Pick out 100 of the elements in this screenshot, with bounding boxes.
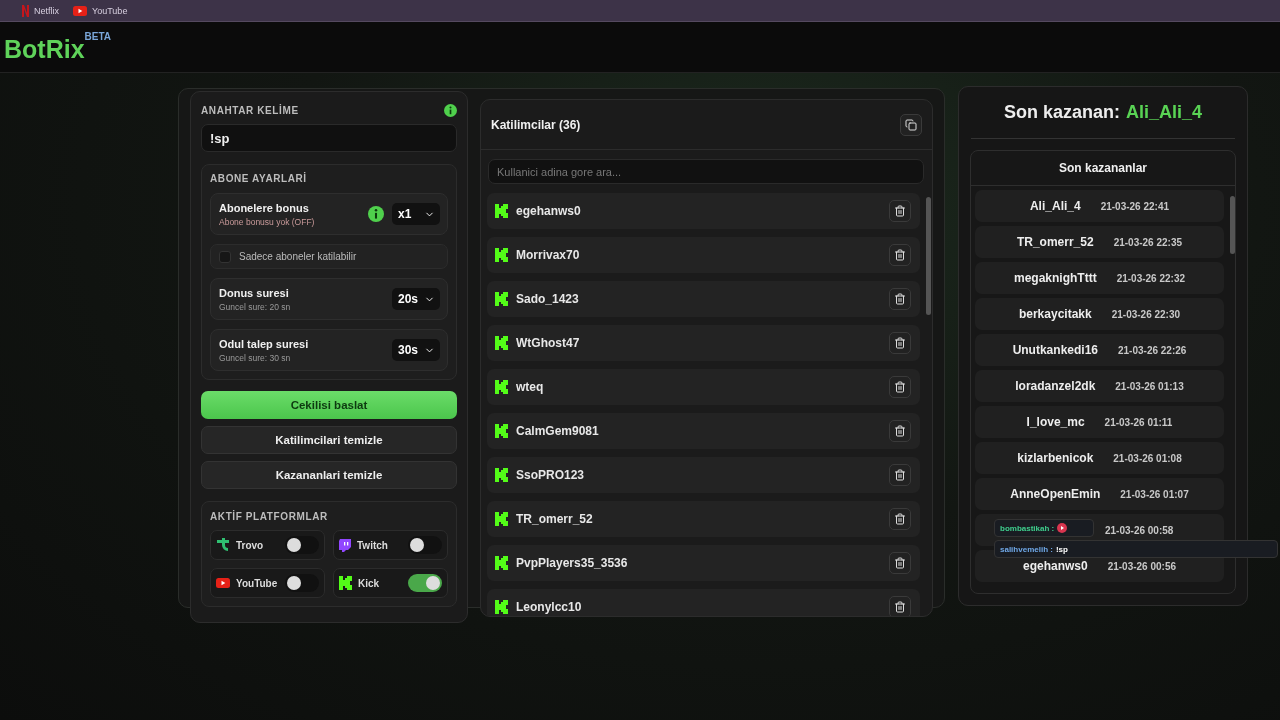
checkbox-label: Sadece aboneler katilabilir <box>239 251 357 262</box>
k-logo-icon <box>495 468 508 482</box>
trash-icon <box>894 293 906 305</box>
info-icon <box>368 206 384 222</box>
platform-name: YouTube <box>236 577 279 589</box>
trash-icon <box>894 381 906 393</box>
setting-title: Abonelere bonus <box>219 201 310 214</box>
delete-button[interactable] <box>889 464 911 486</box>
participant-name: TR_omerr_52 <box>516 512 594 526</box>
participant-name: CalmGem9081 <box>516 424 600 438</box>
trovo-logo-icon <box>216 538 230 552</box>
winner-time: 21-03-26 00:58 <box>1105 524 1174 536</box>
scrollbar[interactable] <box>926 197 931 315</box>
winner-time: 21-03-26 01:11 <box>1104 416 1173 428</box>
trash-icon <box>894 337 906 349</box>
winner-username: Unutkankedi16 <box>1012 343 1098 357</box>
chat-username: bombastikah : <box>1000 523 1055 533</box>
delete-button[interactable] <box>889 200 911 222</box>
action-button[interactable]: Kazananlari temizle <box>201 461 457 489</box>
participant-name: SsoPRO123 <box>516 468 586 482</box>
winner-time: 21-03-26 00:56 <box>1107 560 1177 572</box>
winner-time: 21-03-26 22:30 <box>1111 308 1181 320</box>
toggle-switch[interactable] <box>285 536 319 554</box>
section-label: ANAHTAR KELİME <box>201 105 299 116</box>
setting-title: Odul talep suresi <box>219 337 309 350</box>
participants-title: Katilimcilar (36) <box>491 117 581 132</box>
participant-name: egehanws0 <box>516 204 582 218</box>
setting-title: Donus suresi <box>219 286 290 299</box>
k-logo-icon <box>495 380 508 394</box>
search-field[interactable]: Kullanici adina gore ara... <box>488 159 924 184</box>
winner-label: Son kazanan: <box>1003 102 1120 123</box>
delete-button[interactable] <box>889 552 911 574</box>
toggle-switch[interactable] <box>285 574 319 592</box>
delete-button[interactable] <box>889 596 911 616</box>
participant-name: wteq <box>516 380 545 394</box>
winner-time: 21-03-26 01:13 <box>1115 380 1184 392</box>
toggle-switch[interactable] <box>408 536 442 554</box>
toggle-switch[interactable] <box>408 574 442 592</box>
delete-button[interactable] <box>889 420 911 442</box>
setting-subtitle: Abone bonusu yok (OFF) <box>219 216 315 227</box>
action-button[interactable]: Cekilisi baslat <box>201 391 457 419</box>
beta-label: BETA <box>84 31 112 42</box>
winner-time: 21-03-26 01:07 <box>1120 488 1189 500</box>
winner-time: 21-03-26 22:26 <box>1118 344 1187 356</box>
logo-text: BotRix <box>4 35 85 64</box>
checkbox[interactable] <box>219 250 231 263</box>
setting-subtitle: Guncel sure: 30 sn <box>219 352 292 363</box>
trash-icon <box>894 601 906 613</box>
duration-select[interactable]: 20s <box>392 288 440 310</box>
action-button[interactable]: Katilimcilari temizle <box>201 426 457 454</box>
platform-name: Twitch <box>357 539 389 551</box>
winner-username: berkaycitakk <box>1018 307 1092 321</box>
winner-username: egehanws0 <box>1022 559 1088 573</box>
checkbox-row[interactable]: Sadece aboneler katilabilir <box>210 244 448 269</box>
platform-name: Kick <box>358 577 381 589</box>
winner-time: 21-03-26 22:35 <box>1113 236 1183 248</box>
trash-icon <box>894 205 906 217</box>
k-logo-icon <box>495 336 508 350</box>
info-icon <box>444 104 457 117</box>
chat-username: salihvemelih : <box>1000 544 1053 554</box>
section-label: AKTİF PLATFORMLAR <box>210 511 329 522</box>
trash-icon <box>894 425 906 437</box>
delete-button[interactable] <box>889 288 911 310</box>
copy-button[interactable] <box>900 113 922 136</box>
winner-time: 21-03-26 01:08 <box>1113 452 1182 464</box>
winner-username: megaknighTttt <box>1013 271 1097 285</box>
participant-name: Morrivax70 <box>516 248 581 262</box>
delete-button[interactable] <box>889 244 911 266</box>
setting-subtitle: Guncel sure: 20 sn <box>219 301 291 312</box>
participant-name: Sado_1423 <box>516 292 580 306</box>
delete-button[interactable] <box>889 376 911 398</box>
keyword-field[interactable]: !sp <box>201 124 457 152</box>
scrollbar[interactable] <box>1230 196 1235 254</box>
k-logo-icon <box>495 204 508 218</box>
duration-select[interactable]: 30s <box>392 339 440 361</box>
trash-icon <box>894 469 906 481</box>
netflix-logo-icon <box>22 4 29 17</box>
winners-title: Son kazananlar <box>1059 161 1147 175</box>
winner-time: 21-03-26 22:32 <box>1116 272 1186 284</box>
k-logo-icon <box>495 424 508 438</box>
bookmark-link[interactable]: YouTube <box>73 5 128 16</box>
k-logo-icon <box>495 248 508 262</box>
delete-button[interactable] <box>889 508 911 530</box>
k-logo-icon <box>495 512 508 526</box>
delete-button[interactable] <box>889 332 911 354</box>
chat-text: !sp <box>1055 544 1068 554</box>
winner-username: TR_omerr_52 <box>1016 235 1094 249</box>
multiplier-select[interactable]: x1 <box>392 203 440 225</box>
section-label: ABONE AYARLARİ <box>210 173 308 184</box>
winner-username: Ali_Ali_4 <box>1029 199 1081 213</box>
winner-time: 21-03-26 22:41 <box>1100 200 1170 212</box>
participant-name: WtGhost47 <box>516 336 581 350</box>
youtube-logo-icon <box>216 578 230 588</box>
emote-icon <box>1057 523 1068 533</box>
copy-icon <box>905 118 917 131</box>
winner-username: I_love_mc <box>1026 415 1085 429</box>
youtube-logo-icon <box>73 5 87 16</box>
winner-name: Ali_Ali_4 <box>1126 102 1203 123</box>
participant-name: PvpPlayers35_3536 <box>516 556 629 570</box>
bookmark-link[interactable]: Netflix <box>22 4 59 17</box>
